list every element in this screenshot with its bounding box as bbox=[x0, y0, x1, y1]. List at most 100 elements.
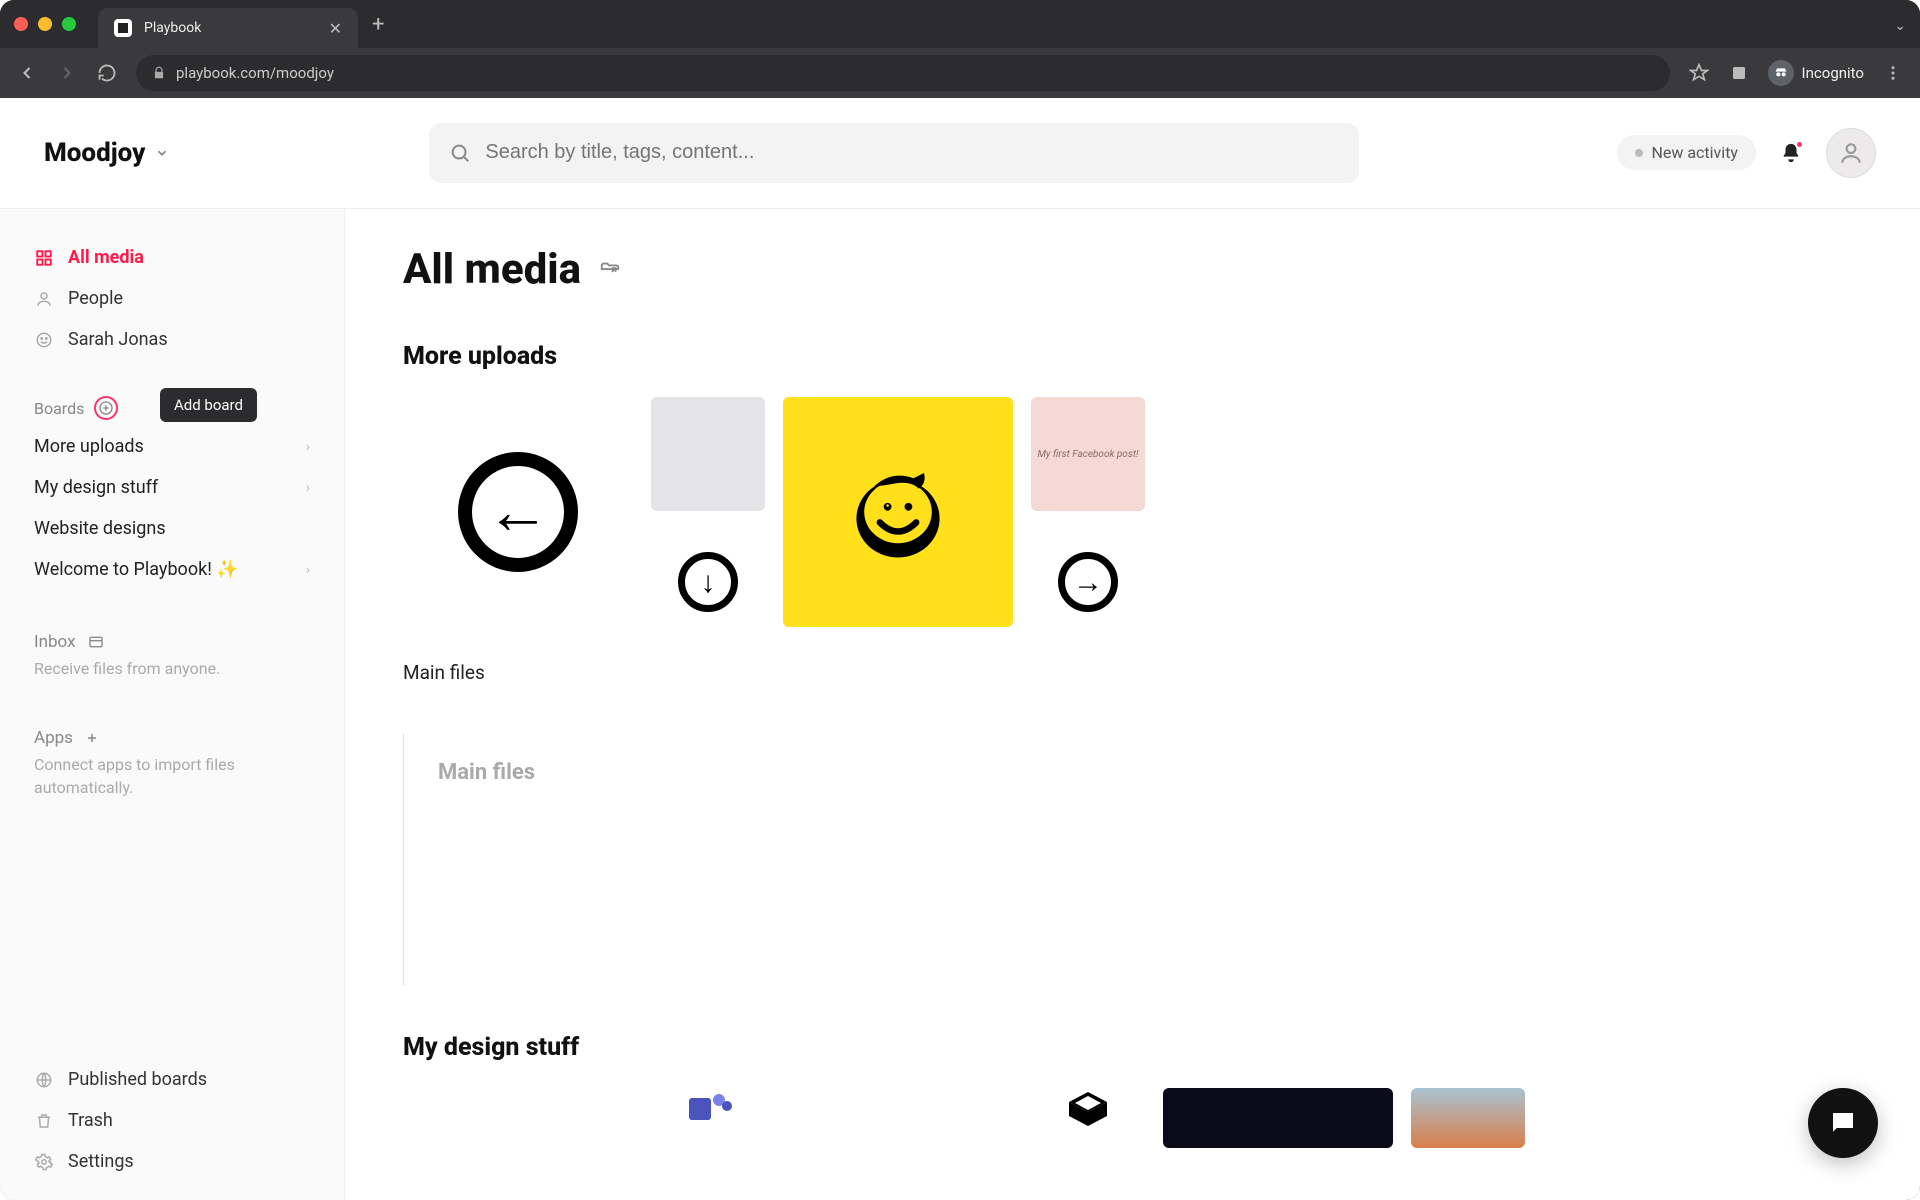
grid-icon bbox=[34, 248, 54, 268]
activity-label: New activity bbox=[1651, 143, 1738, 162]
app-header: Moodjoy New activity bbox=[0, 98, 1920, 208]
boards-section-header: Boards Add board bbox=[20, 392, 324, 424]
incognito-icon bbox=[1768, 60, 1794, 86]
window-minimize[interactable] bbox=[38, 17, 52, 31]
inbox-section[interactable]: Inbox Receive files from anyone. bbox=[20, 622, 324, 684]
board-item-welcome[interactable]: Welcome to Playbook! ✨ › bbox=[20, 551, 324, 588]
apps-section[interactable]: Apps Connect apps to import files automa… bbox=[20, 718, 324, 803]
thumbnail-row bbox=[403, 1088, 1862, 1148]
chat-bubble-icon bbox=[1828, 1108, 1858, 1138]
sidebar-item-trash[interactable]: Trash bbox=[20, 1102, 324, 1139]
thumbnail-arrow-right[interactable] bbox=[1031, 525, 1145, 639]
thumbnail-arrow-left[interactable] bbox=[403, 397, 633, 627]
boards-label: Boards bbox=[34, 399, 84, 418]
browser-menu-icon[interactable] bbox=[1882, 62, 1904, 84]
url-text: playbook.com/moodjoy bbox=[176, 64, 334, 82]
thumbnail-arrow-down[interactable] bbox=[651, 525, 765, 639]
browser-tab[interactable]: Playbook ✕ bbox=[98, 8, 358, 48]
thumbnail-partial[interactable] bbox=[1411, 1088, 1525, 1148]
inbox-icon bbox=[88, 634, 104, 650]
board-item-my-design-stuff[interactable]: My design stuff › bbox=[20, 469, 324, 506]
notification-badge bbox=[1795, 140, 1804, 149]
nav-reload-icon[interactable] bbox=[96, 62, 118, 84]
board-label: Website designs bbox=[34, 518, 166, 539]
inbox-desc: Receive files from anyone. bbox=[34, 658, 310, 680]
incognito-label: Incognito bbox=[1802, 64, 1864, 82]
board-label: Welcome to Playbook! ✨ bbox=[34, 559, 239, 580]
thumbnail-partial[interactable] bbox=[403, 1088, 633, 1148]
tab-favicon-icon bbox=[114, 19, 132, 37]
arrow-down-circle-icon bbox=[678, 552, 738, 612]
teams-icon bbox=[683, 1088, 733, 1128]
board-item-website-designs[interactable]: Website designs bbox=[20, 510, 324, 547]
add-board-button[interactable] bbox=[94, 396, 118, 420]
search-icon bbox=[449, 142, 471, 164]
person-icon bbox=[34, 289, 54, 309]
chat-fab[interactable] bbox=[1808, 1088, 1878, 1158]
smile-icon bbox=[34, 330, 54, 350]
lock-icon bbox=[152, 66, 166, 80]
thumbnail-partial[interactable] bbox=[1163, 1088, 1393, 1148]
browser-toolbar: playbook.com/moodjoy Incognito bbox=[0, 48, 1920, 98]
trash-icon bbox=[34, 1111, 54, 1131]
gear-icon bbox=[34, 1152, 54, 1172]
plus-icon[interactable] bbox=[85, 731, 99, 745]
sidebar-item-label: Trash bbox=[68, 1110, 113, 1131]
tab-close-icon[interactable]: ✕ bbox=[329, 19, 342, 38]
thumbnail-row: My first Facebook post! bbox=[403, 397, 1862, 639]
section-title-more-uploads: More uploads bbox=[403, 342, 1862, 371]
thumbnail-facebook-post[interactable]: My first Facebook post! bbox=[1031, 397, 1145, 511]
window-controls bbox=[14, 17, 76, 31]
status-dot-icon bbox=[1635, 149, 1643, 157]
chevron-down-icon bbox=[155, 146, 169, 160]
apps-label: Apps bbox=[34, 728, 73, 748]
incognito-indicator[interactable]: Incognito bbox=[1768, 60, 1864, 86]
mailchimp-logo-icon bbox=[833, 447, 963, 577]
arrow-right-circle-icon bbox=[1058, 552, 1118, 612]
window-close[interactable] bbox=[14, 17, 28, 31]
sidebar-item-people[interactable]: People bbox=[20, 280, 324, 317]
new-activity-button[interactable]: New activity bbox=[1617, 135, 1756, 170]
thumbnail-blank[interactable] bbox=[651, 397, 765, 511]
sidebar-item-label: Sarah Jonas bbox=[68, 329, 168, 350]
bookmark-star-icon[interactable] bbox=[1688, 62, 1710, 84]
globe-icon bbox=[34, 1070, 54, 1090]
section-title-my-design-stuff: My design stuff bbox=[403, 1033, 1862, 1062]
search-input[interactable] bbox=[429, 123, 1359, 183]
thumbnail-caption: My first Facebook post! bbox=[1031, 443, 1144, 466]
subfolder-title: Main files bbox=[438, 760, 1862, 785]
nav-forward-icon[interactable] bbox=[56, 62, 78, 84]
sidebar-item-published[interactable]: Published boards bbox=[20, 1061, 324, 1098]
browser-titlebar: Playbook ✕ + ⌄ bbox=[0, 0, 1920, 48]
thumbnail-partial[interactable] bbox=[651, 1088, 765, 1148]
sidebar-item-label: Published boards bbox=[68, 1069, 207, 1090]
extensions-icon[interactable] bbox=[1728, 62, 1750, 84]
row-label-main-files[interactable]: Main files bbox=[403, 661, 1862, 684]
board-label: My design stuff bbox=[34, 477, 158, 498]
sidebar-item-user[interactable]: Sarah Jonas bbox=[20, 321, 324, 358]
tabs-overflow-icon[interactable]: ⌄ bbox=[1894, 18, 1906, 34]
thumbnail-partial[interactable] bbox=[1031, 1088, 1145, 1148]
thumbnail-partial[interactable] bbox=[783, 1088, 1013, 1148]
apps-desc: Connect apps to import files automatical… bbox=[34, 754, 310, 799]
user-avatar[interactable] bbox=[1826, 128, 1876, 178]
notifications-button[interactable] bbox=[1780, 142, 1802, 164]
board-label: More uploads bbox=[34, 436, 144, 457]
chevron-right-icon: › bbox=[306, 562, 310, 578]
url-bar[interactable]: playbook.com/moodjoy bbox=[136, 55, 1670, 91]
sidebar-item-settings[interactable]: Settings bbox=[20, 1143, 324, 1180]
new-tab-button[interactable]: + bbox=[372, 12, 384, 37]
subfolder-main-files[interactable]: Main files bbox=[403, 734, 1862, 985]
thumbnail-mailchimp[interactable] bbox=[783, 397, 1013, 627]
board-item-more-uploads[interactable]: More uploads › bbox=[20, 428, 324, 465]
arrow-left-circle-icon bbox=[458, 452, 578, 572]
sidebar-item-all-media[interactable]: All media bbox=[20, 239, 324, 276]
folder-link-icon[interactable] bbox=[599, 259, 621, 281]
chevron-right-icon: › bbox=[306, 480, 310, 496]
page-title: All media bbox=[403, 245, 581, 294]
nav-back-icon[interactable] bbox=[16, 62, 38, 84]
sidebar-item-label: People bbox=[68, 288, 123, 309]
window-maximize[interactable] bbox=[62, 17, 76, 31]
sidebar-item-label: All media bbox=[68, 247, 144, 268]
workspace-switcher[interactable]: Moodjoy bbox=[44, 138, 169, 168]
